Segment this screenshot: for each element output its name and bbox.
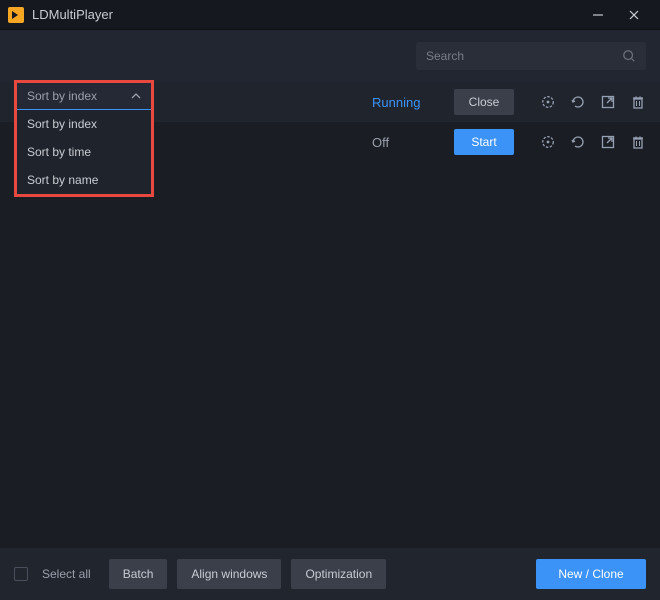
- sort-dropdown[interactable]: Sort by index Sort by index Sort by time…: [14, 80, 154, 197]
- close-window-button[interactable]: [616, 0, 652, 30]
- row-status: Off: [372, 135, 442, 150]
- row-action-button[interactable]: Start: [454, 129, 514, 155]
- chevron-up-icon: [131, 91, 141, 101]
- close-icon: [628, 9, 640, 21]
- row-action-button[interactable]: Close: [454, 89, 514, 115]
- optimization-button[interactable]: Optimization: [291, 559, 386, 589]
- search-input[interactable]: [426, 49, 622, 63]
- sort-option-time[interactable]: Sort by time: [17, 138, 151, 166]
- delete-icon[interactable]: [630, 94, 646, 110]
- row-status: Running: [372, 95, 442, 110]
- settings-icon[interactable]: [540, 134, 556, 150]
- row-actions: [540, 94, 646, 110]
- search-icon: [622, 49, 636, 63]
- window-title: LDMultiPlayer: [32, 7, 580, 22]
- align-windows-button[interactable]: Align windows: [177, 559, 281, 589]
- select-all-label: Select all: [42, 567, 91, 581]
- shortcut-icon[interactable]: [600, 134, 616, 150]
- sort-current-label: Sort by index: [27, 89, 97, 103]
- delete-icon[interactable]: [630, 134, 646, 150]
- backup-icon[interactable]: [570, 94, 586, 110]
- backup-icon[interactable]: [570, 134, 586, 150]
- minimize-icon: [592, 9, 604, 21]
- search-box[interactable]: [416, 42, 646, 70]
- shortcut-icon[interactable]: [600, 94, 616, 110]
- sort-option-name[interactable]: Sort by name: [17, 166, 151, 194]
- settings-icon[interactable]: [540, 94, 556, 110]
- select-all-checkbox[interactable]: [14, 567, 28, 581]
- footer: Select all Batch Align windows Optimizat…: [0, 548, 660, 600]
- new-clone-button[interactable]: New / Clone: [536, 559, 646, 589]
- sort-options-list: Sort by index Sort by time Sort by name: [17, 109, 151, 194]
- minimize-button[interactable]: [580, 0, 616, 30]
- sort-current[interactable]: Sort by index: [17, 83, 151, 109]
- app-logo-icon: [8, 7, 24, 23]
- toolbar: Sort by index Sort by index Sort by time…: [0, 30, 660, 82]
- sort-option-index[interactable]: Sort by index: [17, 110, 151, 138]
- batch-button[interactable]: Batch: [109, 559, 168, 589]
- title-bar: LDMultiPlayer: [0, 0, 660, 30]
- row-actions: [540, 134, 646, 150]
